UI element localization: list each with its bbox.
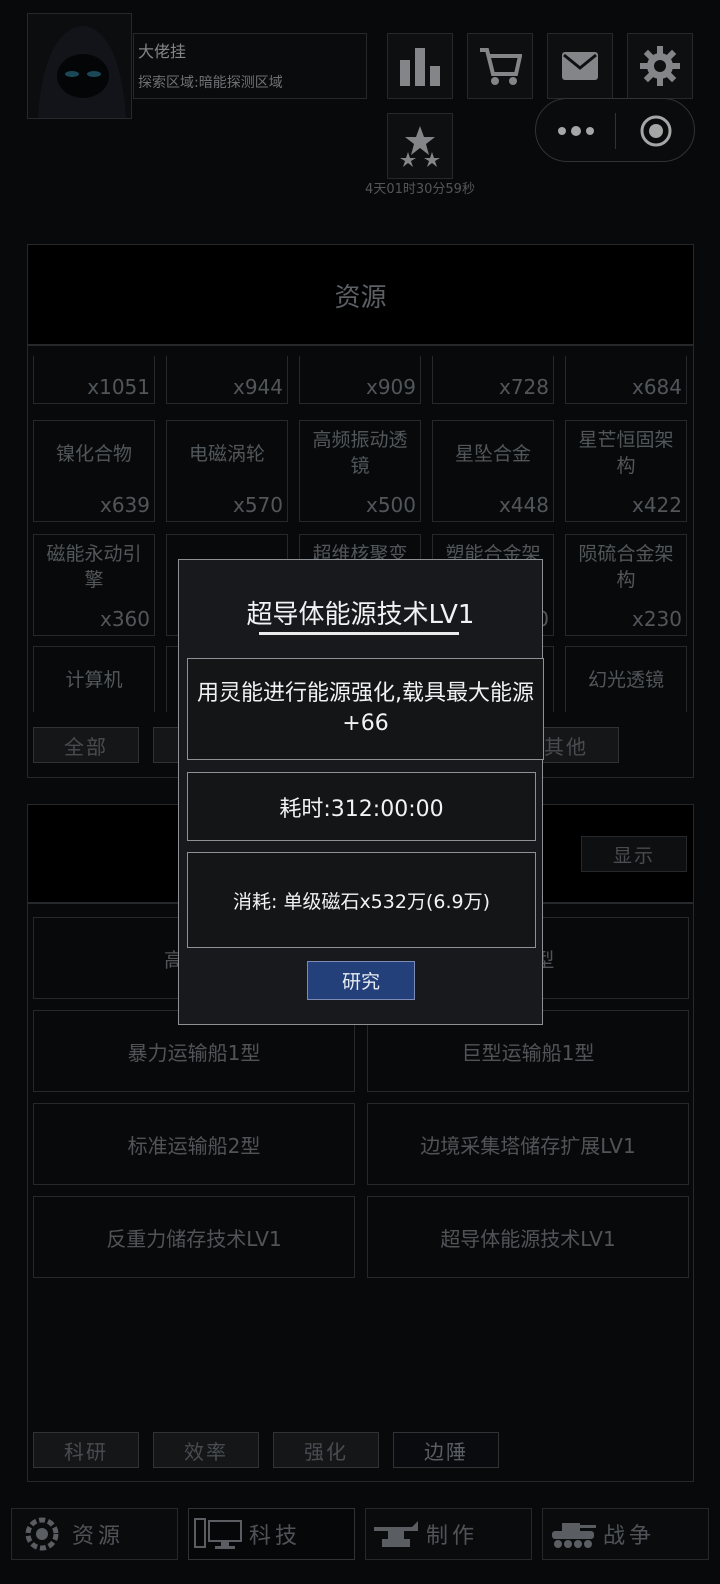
research-button[interactable]: 研究 [307, 961, 415, 1000]
research-time: 耗时:312:00:00 [187, 772, 536, 841]
title-underline [259, 632, 459, 635]
research-dialog: 超导体能源技术LV1 用灵能进行能源强化,载具最大能源+66 耗时:312:00… [178, 559, 544, 1025]
dialog-title: 超导体能源技术LV1 [246, 600, 475, 630]
research-cost: 消耗: 单级磁石x532万(6.9万) [187, 852, 536, 948]
tech-description: 用灵能进行能源强化,载具最大能源+66 [187, 658, 544, 760]
